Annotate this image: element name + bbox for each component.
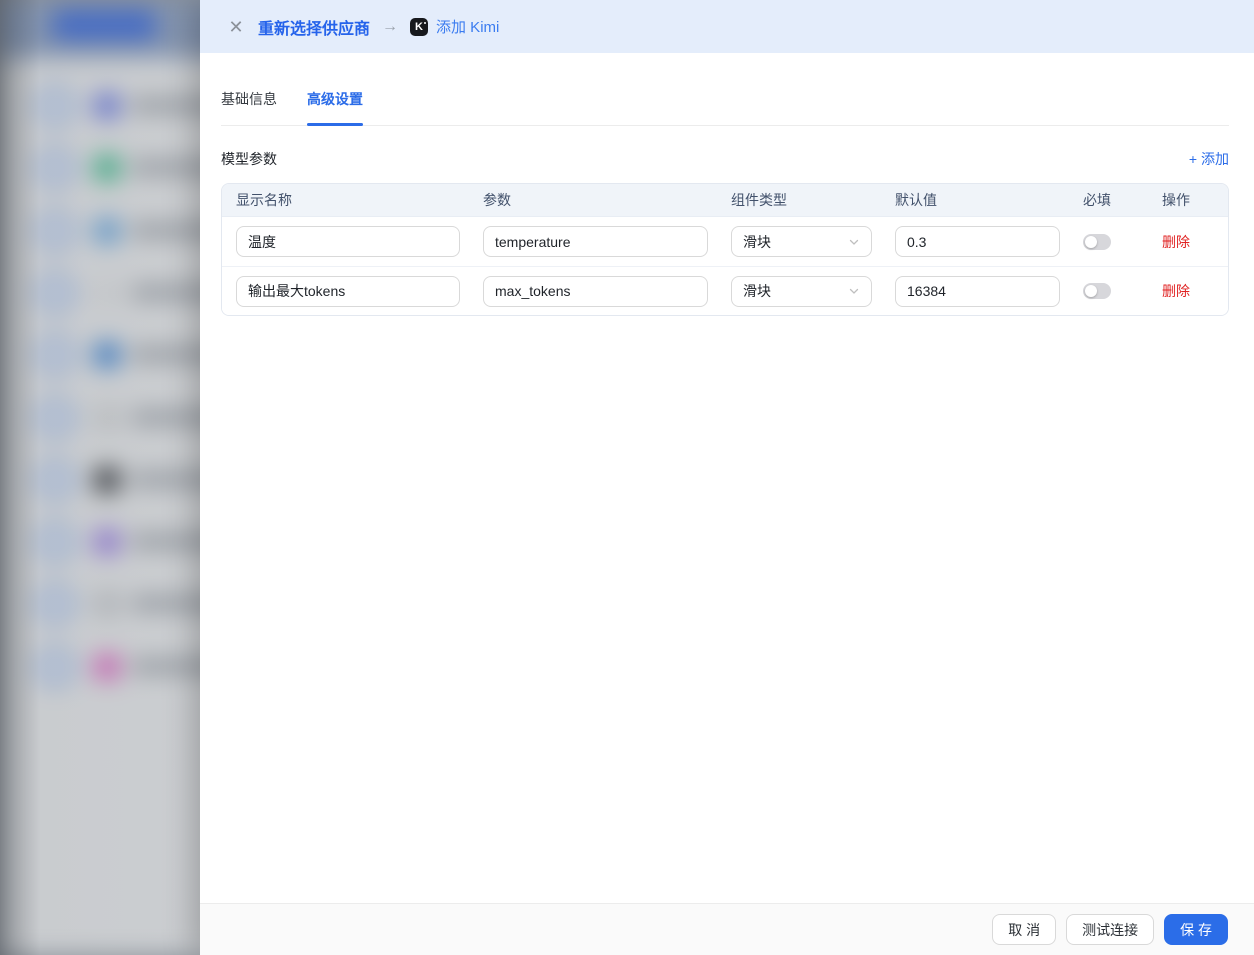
col-header-param: 参数	[469, 190, 717, 210]
default-value-input[interactable]	[895, 226, 1060, 257]
col-header-default-value: 默认值	[881, 190, 1069, 210]
param-name-input[interactable]	[483, 226, 708, 257]
kimi-logo-icon: K	[410, 18, 428, 36]
test-connection-button[interactable]: 测试连接	[1066, 914, 1154, 945]
section-title: 模型参数	[221, 149, 277, 169]
modal-header: ✕ 重新选择供应商 → K 添加 Kimi	[200, 0, 1254, 53]
delete-row-button[interactable]: 删除	[1162, 234, 1190, 250]
model-params-table: 显示名称 参数 组件类型 默认值 必填 操作 滑块 删除	[221, 183, 1229, 316]
tab-bar: 基础信息 高级设置	[221, 77, 1229, 126]
save-button[interactable]: 保 存	[1164, 914, 1228, 945]
col-header-actions: 操作	[1148, 190, 1228, 210]
cancel-button[interactable]: 取 消	[992, 914, 1056, 945]
add-provider-modal: ✕ 重新选择供应商 → K 添加 Kimi 基础信息 高级设置 模型参数 + 添…	[200, 0, 1254, 955]
col-header-display-name: 显示名称	[222, 190, 469, 210]
param-name-input[interactable]	[483, 276, 708, 307]
col-header-required: 必填	[1069, 190, 1148, 210]
component-type-select[interactable]: 滑块	[731, 226, 872, 257]
table-row: 滑块 删除	[222, 217, 1228, 266]
component-type-select[interactable]: 滑块	[731, 276, 872, 307]
display-name-input[interactable]	[236, 226, 460, 257]
modal-title: 添加 Kimi	[436, 16, 499, 37]
col-header-component-type: 组件类型	[717, 190, 881, 210]
display-name-input[interactable]	[236, 276, 460, 307]
default-value-input[interactable]	[895, 276, 1060, 307]
tab-basic-info[interactable]: 基础信息	[221, 77, 277, 125]
model-params-section-header: 模型参数 + 添加	[221, 149, 1229, 169]
tab-advanced-settings[interactable]: 高级设置	[307, 77, 363, 125]
modal-footer: 取 消 测试连接 保 存	[200, 903, 1254, 955]
arrow-right-icon: →	[382, 18, 398, 36]
close-icon[interactable]: ✕	[227, 18, 245, 36]
chevron-down-icon	[848, 285, 860, 297]
required-toggle[interactable]	[1083, 283, 1111, 299]
required-toggle[interactable]	[1083, 234, 1111, 250]
table-header-row: 显示名称 参数 组件类型 默认值 必填 操作	[222, 184, 1228, 217]
delete-row-button[interactable]: 删除	[1162, 283, 1190, 299]
chevron-down-icon	[848, 236, 860, 248]
add-param-button[interactable]: + 添加	[1189, 149, 1229, 169]
table-row: 滑块 删除	[222, 266, 1228, 315]
modal-body: 基础信息 高级设置 模型参数 + 添加 显示名称 参数 组件类型 默认值 必填 …	[200, 53, 1254, 903]
reselect-provider-link[interactable]: 重新选择供应商	[258, 15, 370, 39]
